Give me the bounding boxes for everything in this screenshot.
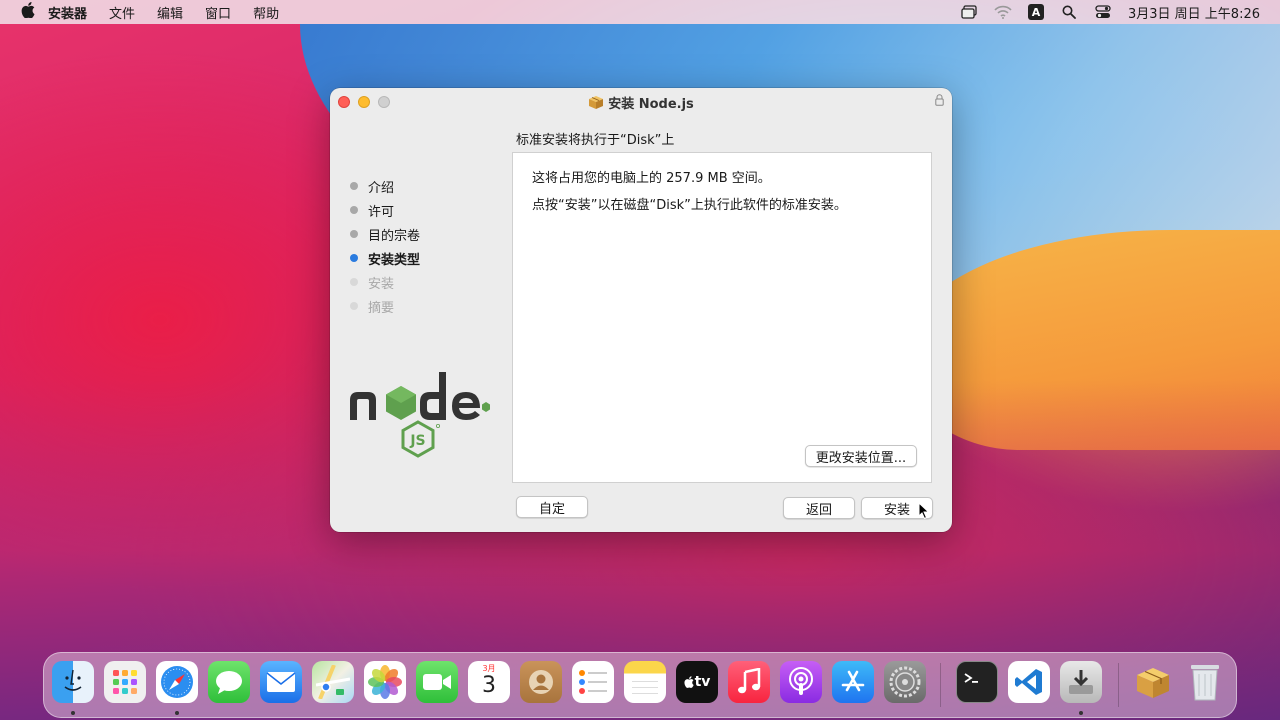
- running-indicator: [1079, 711, 1083, 715]
- menubar-clock[interactable]: 3月3日 周日 上午8:26: [1128, 3, 1260, 22]
- step-label: 安装: [368, 276, 395, 292]
- customize-button[interactable]: 自定: [516, 496, 588, 518]
- nodejs-logo-icon: JS: [350, 372, 490, 458]
- step-dot: [350, 302, 358, 310]
- podcasts-icon[interactable]: [780, 661, 822, 703]
- install-type-heading: 标准安装将执行于“Disk”上: [516, 133, 675, 148]
- close-window-button[interactable]: [338, 96, 350, 108]
- menu-window[interactable]: 窗口: [205, 3, 231, 22]
- running-indicator: [175, 711, 179, 715]
- messages-icon[interactable]: [208, 661, 250, 703]
- step-label: 介绍: [368, 180, 395, 196]
- installer-package-icon[interactable]: [1132, 661, 1174, 703]
- minimize-window-button[interactable]: [358, 96, 370, 108]
- input-method-label: A: [1031, 5, 1041, 19]
- step-license: 许可: [350, 198, 420, 222]
- back-button[interactable]: 返回: [783, 497, 855, 519]
- step-dot: [350, 254, 358, 262]
- installer-disk-icon[interactable]: [1060, 661, 1102, 703]
- finder-icon[interactable]: [52, 661, 94, 703]
- reminders-icon[interactable]: [572, 661, 614, 703]
- screen-mirroring-icon[interactable]: [960, 4, 978, 20]
- dock-separator: [1118, 663, 1119, 707]
- zoom-window-button: [378, 96, 390, 108]
- trash-icon[interactable]: [1184, 661, 1226, 703]
- step-summary: 摘要: [350, 294, 420, 318]
- control-center-icon[interactable]: [1094, 4, 1112, 20]
- mouse-cursor-icon: [918, 502, 930, 520]
- step-dot: [350, 278, 358, 286]
- step-label: 摘要: [368, 300, 395, 316]
- wifi-icon[interactable]: [994, 4, 1012, 20]
- calendar-day-label: 3: [482, 673, 496, 698]
- music-icon[interactable]: [728, 661, 770, 703]
- dock-separator: [940, 663, 941, 707]
- menu-help[interactable]: 帮助: [253, 3, 279, 22]
- launchpad-icon[interactable]: [104, 661, 146, 703]
- disk-usage-text: 这将占用您的电脑上的 257.9 MB 空间。: [532, 171, 771, 186]
- maps-icon[interactable]: [312, 661, 354, 703]
- svg-text:JS: JS: [409, 433, 425, 449]
- appstore-icon[interactable]: [832, 661, 874, 703]
- package-icon: [589, 96, 604, 109]
- facetime-icon[interactable]: [416, 661, 458, 703]
- menu-bar: 安装器 文件 编辑 窗口 帮助 A 3月3日 周日 上午8:26: [0, 0, 1280, 24]
- step-installation-type: 安装类型: [350, 246, 420, 270]
- lock-icon[interactable]: [935, 94, 944, 106]
- installer-steps: 介绍 许可 目的宗卷 安装类型 安装 摘要: [350, 174, 420, 318]
- system-preferences-icon[interactable]: [884, 661, 926, 703]
- installer-window: 安装 Node.js 介绍 许可 目的宗卷 安装类型 安装 摘要 JS 标准安装…: [330, 88, 952, 532]
- notes-icon[interactable]: [624, 661, 666, 703]
- step-label: 目的宗卷: [368, 228, 421, 244]
- change-install-location-button[interactable]: 更改安装位置...: [805, 445, 917, 467]
- running-indicator: [71, 711, 75, 715]
- step-dot: [350, 206, 358, 214]
- dock: 3月 3 tv: [43, 652, 1237, 718]
- terminal-icon[interactable]: [956, 661, 998, 703]
- step-dot: [350, 230, 358, 238]
- spotlight-search-icon[interactable]: [1060, 4, 1078, 20]
- apple-menu-icon[interactable]: [8, 2, 48, 22]
- appletv-label: tv: [694, 674, 711, 690]
- step-installation: 安装: [350, 270, 420, 294]
- install-info-panel: 这将占用您的电脑上的 257.9 MB 空间。 点按“安装”以在磁盘“Disk”…: [512, 152, 932, 483]
- menu-file[interactable]: 文件: [109, 3, 135, 22]
- step-label: 许可: [368, 204, 395, 220]
- step-introduction: 介绍: [350, 174, 420, 198]
- contacts-icon[interactable]: [520, 661, 562, 703]
- step-destination: 目的宗卷: [350, 222, 420, 246]
- step-label: 安装类型: [368, 252, 421, 268]
- calendar-icon[interactable]: 3月 3: [468, 661, 510, 703]
- menu-edit[interactable]: 编辑: [157, 3, 183, 22]
- safari-icon[interactable]: [156, 661, 198, 703]
- appletv-icon[interactable]: tv: [676, 661, 718, 703]
- install-instruction-text: 点按“安装”以在磁盘“Disk”上执行此软件的标准安装。: [532, 198, 847, 213]
- menu-app-name[interactable]: 安装器: [48, 3, 87, 22]
- window-titlebar[interactable]: 安装 Node.js: [330, 88, 952, 116]
- window-title: 安装 Node.js: [608, 96, 694, 112]
- photos-icon[interactable]: [364, 661, 406, 703]
- vscode-icon[interactable]: [1008, 661, 1050, 703]
- mail-icon[interactable]: [260, 661, 302, 703]
- input-method-icon[interactable]: A: [1028, 4, 1044, 20]
- step-dot: [350, 182, 358, 190]
